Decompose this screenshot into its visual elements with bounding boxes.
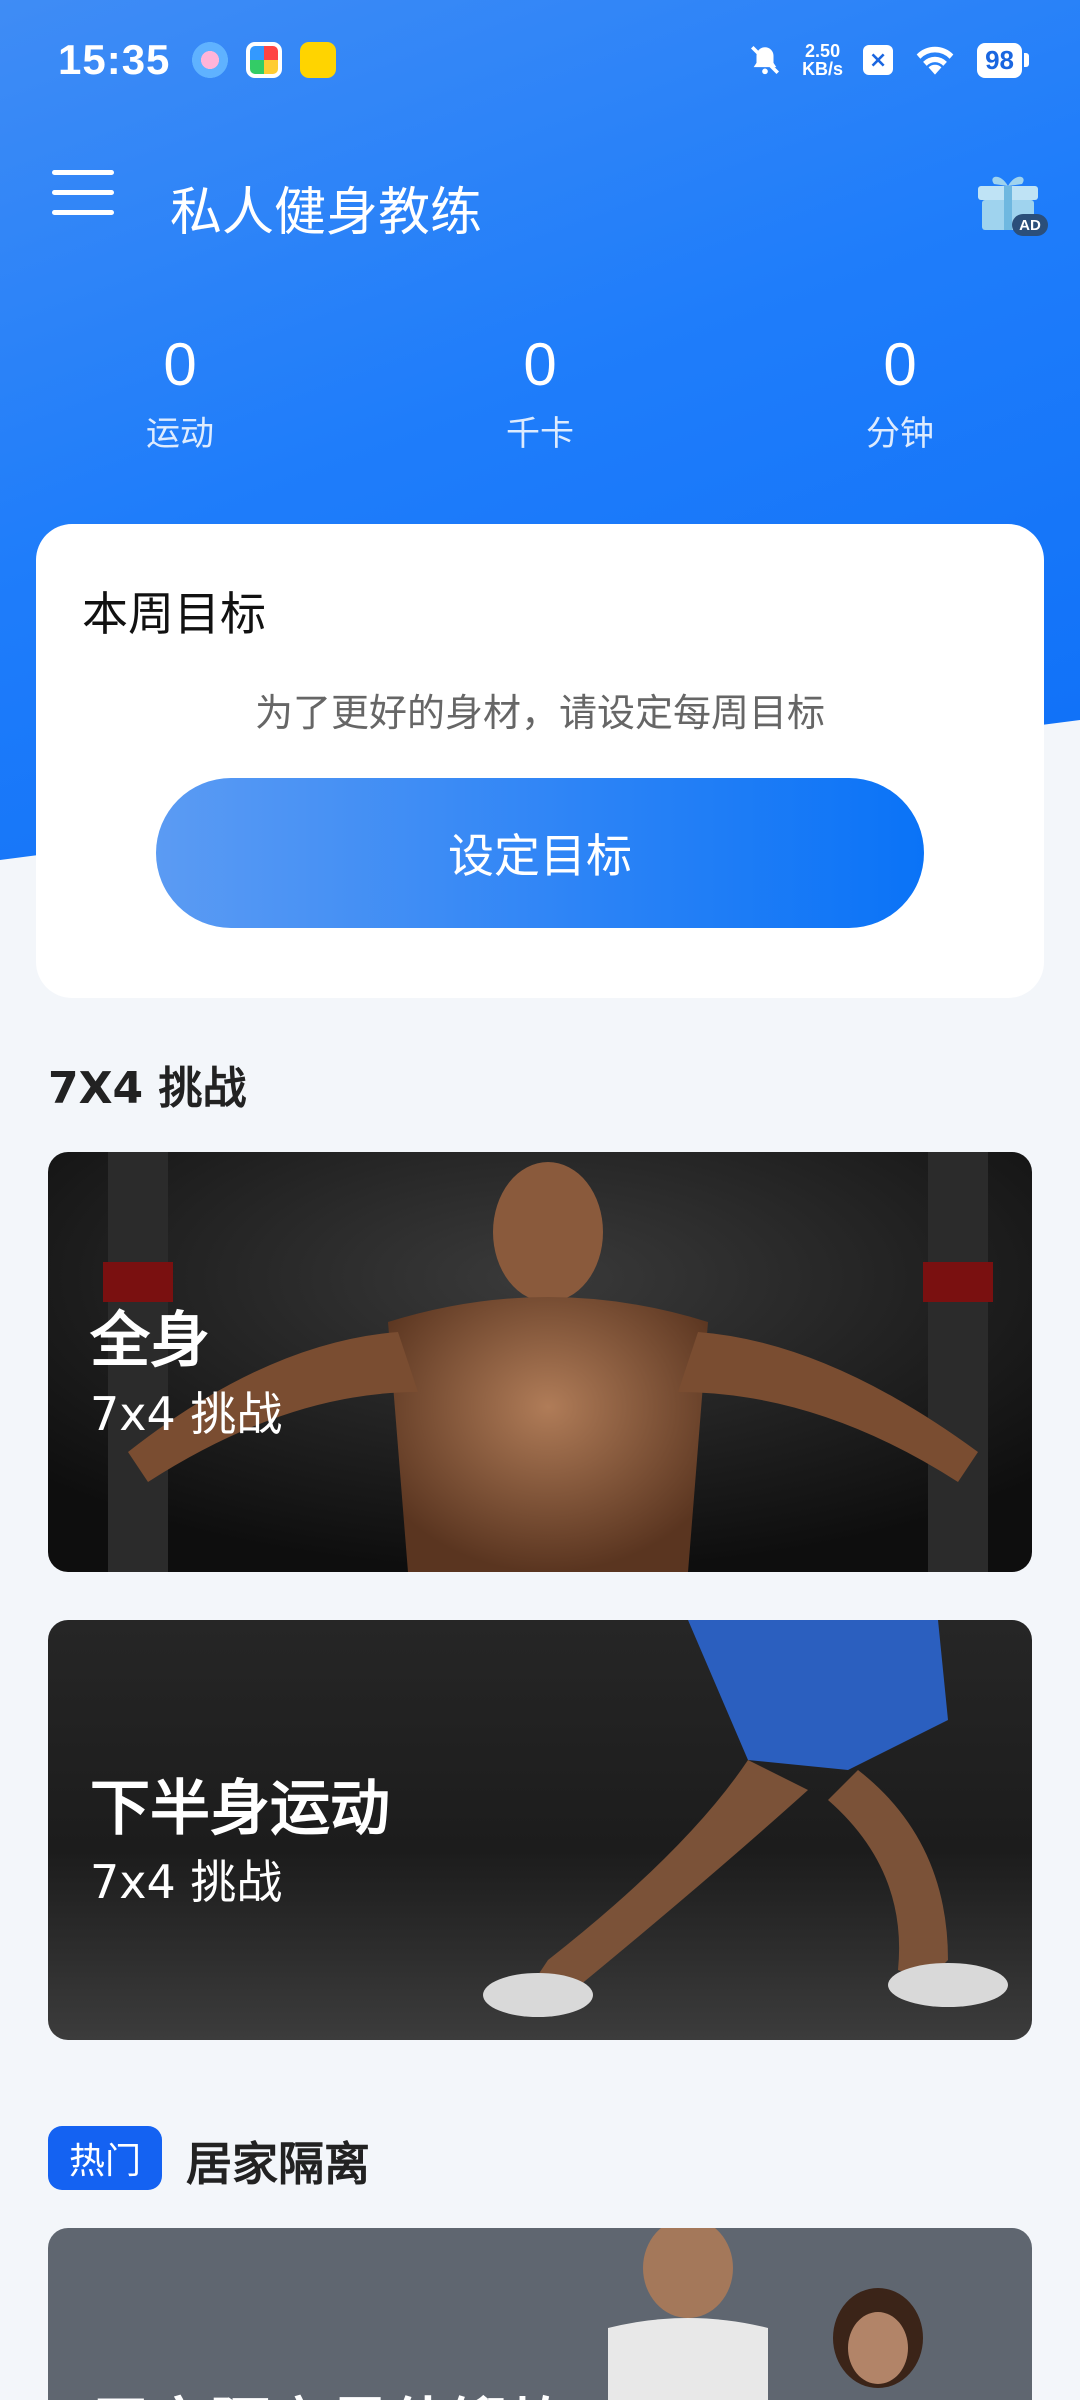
home-workout-card-title: 居家隔离最佳锻炼 [90,2378,570,2400]
stat-exercise: 0 运动 [0,330,360,455]
stats-row: 0 运动 0 千卡 0 分钟 [0,330,1080,455]
app-title: 私人健身教练 [170,183,483,243]
home-workout-card[interactable]: 居家隔离最佳锻炼 [48,2228,1032,2400]
net-speed-unit: KB/s [802,59,844,79]
hot-badge: 热门 [48,2126,162,2190]
stat-calories: 0 千卡 [360,330,720,455]
ad-badge: AD [1019,217,1041,234]
home-section-title: 居家隔离 [186,2137,370,2191]
menu-icon[interactable] [52,170,114,224]
app-notification-icon [192,42,229,78]
weekly-goal-title: 本周目标 [82,587,266,641]
photos-app-icon [246,42,283,78]
app-bar: 私人健身教练 AD [0,150,1080,250]
full-body-card-title: 全身 [90,1306,210,1376]
challenge-card-lower-body[interactable]: 下半身运动 7x4 挑战 [48,1620,1032,2040]
stat-minutes: 0 分钟 [720,330,1080,455]
status-time: 15:35 [58,36,171,83]
challenge-section-title: 7X4 挑战 [48,1063,247,1114]
lower-body-card-title: 下半身运动 [90,1774,390,1844]
gift-ad-icon[interactable]: AD [970,158,1050,238]
status-app-icons [192,42,337,78]
stat-minutes-label: 分钟 [866,414,934,454]
wifi-icon [916,46,954,75]
stat-exercise-label: 运动 [146,414,214,454]
battery-indicator: 98 [977,42,1029,78]
stat-calories-value: 0 [523,331,557,398]
yellow-app-icon [300,42,337,78]
net-speed-value: 2.50 [805,41,841,61]
status-bar: 15:35 2.50 KB/s × 98 [0,0,1080,120]
weekly-goal-card: 本周目标 为了更好的身材，请设定每周目标 设定目标 [36,524,1044,998]
full-body-card-subtitle: 7x4 挑战 [90,1387,283,1441]
close-box-icon: × [863,45,894,75]
status-right-icons: 2.50 KB/s × 98 [748,42,1029,78]
challenge-card-full-body[interactable]: 全身 7x4 挑战 [48,1152,1032,1572]
set-goal-button[interactable]: 设定目标 [156,778,924,928]
stat-exercise-value: 0 [163,331,197,398]
stat-minutes-value: 0 [883,331,917,398]
network-speed: 2.50 KB/s [802,42,843,78]
home-workout-photo [48,2228,1032,2400]
weekly-goal-description: 为了更好的身材，请设定每周目标 [254,691,825,735]
mute-bell-icon [751,45,780,75]
lower-body-card-subtitle: 7x4 挑战 [90,1855,283,1909]
stat-calories-label: 千卡 [506,414,574,454]
